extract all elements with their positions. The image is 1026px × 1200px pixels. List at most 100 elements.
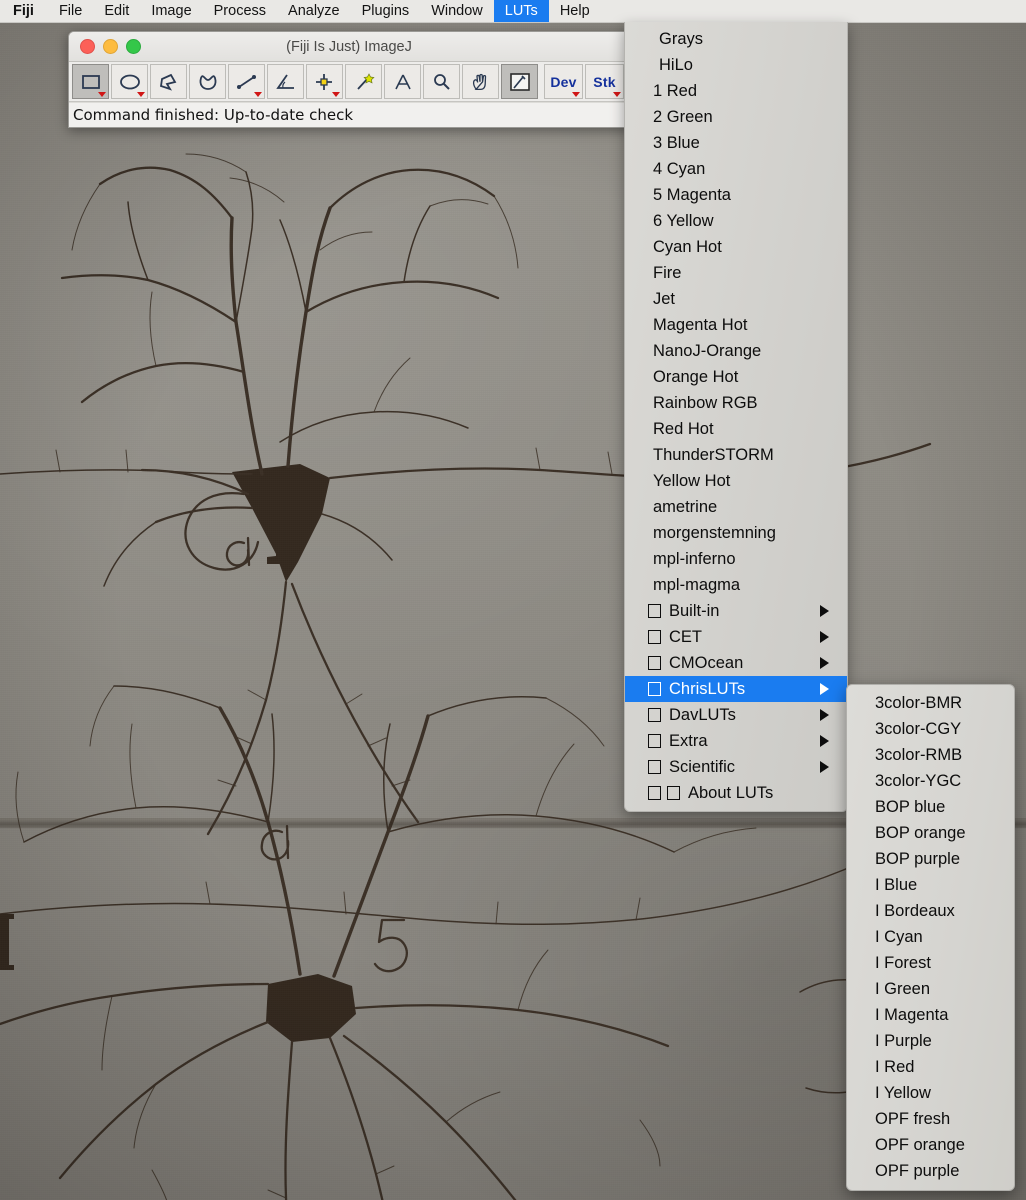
imagej-title-bar[interactable]: (Fiji Is Just) ImageJ bbox=[69, 32, 629, 62]
chrisluts-item-i-cyan[interactable]: I Cyan bbox=[847, 924, 1014, 950]
tool-dropdown-triangle-icon[interactable] bbox=[613, 92, 621, 97]
chrisluts-item-3color-ygc[interactable]: 3color-YGC bbox=[847, 768, 1014, 794]
menubar-item-help[interactable]: Help bbox=[549, 0, 601, 22]
luts-menu-item-5-magenta[interactable]: 5 Magenta bbox=[625, 182, 847, 208]
luts-menu-item-davluts[interactable]: DavLUTs bbox=[625, 702, 847, 728]
checkbox-icon[interactable] bbox=[648, 760, 661, 774]
menubar-item-edit[interactable]: Edit bbox=[93, 0, 140, 22]
tool-dropdown-triangle-icon[interactable] bbox=[98, 92, 106, 97]
polygon-tool[interactable] bbox=[150, 64, 187, 99]
luts-menu-item-cyan-hot[interactable]: Cyan Hot bbox=[625, 234, 847, 260]
tool-dropdown-triangle-icon[interactable] bbox=[254, 92, 262, 97]
luts-menu-item-cet[interactable]: CET bbox=[625, 624, 847, 650]
submenu-arrow-icon[interactable] bbox=[820, 657, 829, 669]
chrisluts-item-opf-fresh[interactable]: OPF fresh bbox=[847, 1106, 1014, 1132]
submenu-arrow-icon[interactable] bbox=[820, 735, 829, 747]
menubar-item-plugins[interactable]: Plugins bbox=[351, 0, 421, 22]
magnifier-tool[interactable] bbox=[423, 64, 460, 99]
wand-tool[interactable] bbox=[345, 64, 382, 99]
chrisluts-item-i-blue[interactable]: I Blue bbox=[847, 872, 1014, 898]
oval-tool[interactable] bbox=[111, 64, 148, 99]
chrisluts-item-i-green[interactable]: I Green bbox=[847, 976, 1014, 1002]
chrisluts-submenu[interactable]: 3color-BMR 3color-CGY 3color-RMB 3color-YGC… bbox=[846, 684, 1015, 1191]
dev-tool[interactable]: Dev bbox=[544, 64, 583, 99]
chrisluts-item-3color-bmr[interactable]: 3color-BMR bbox=[847, 690, 1014, 716]
submenu-arrow-icon[interactable] bbox=[820, 709, 829, 721]
chrisluts-item-i-bordeaux[interactable]: I Bordeaux bbox=[847, 898, 1014, 924]
luts-menu-item-extra[interactable]: Extra bbox=[625, 728, 847, 754]
submenu-arrow-icon[interactable] bbox=[820, 605, 829, 617]
menubar-item-window[interactable]: Window bbox=[420, 0, 494, 22]
luts-menu-item-4-cyan[interactable]: 4 Cyan bbox=[625, 156, 847, 182]
luts-menu-item-chrisluts[interactable]: ChrisLUTs bbox=[625, 676, 847, 702]
checkbox-icon[interactable] bbox=[648, 708, 661, 722]
luts-menu-item-hilo[interactable]: HiLo bbox=[625, 52, 847, 78]
hand-tool[interactable] bbox=[462, 64, 499, 99]
point-tool[interactable] bbox=[306, 64, 343, 99]
checkbox-icon[interactable] bbox=[667, 786, 680, 800]
luts-menu-item-magenta-hot[interactable]: Magenta Hot bbox=[625, 312, 847, 338]
checkbox-icon[interactable] bbox=[648, 734, 661, 748]
luts-menu-item-fire[interactable]: Fire bbox=[625, 260, 847, 286]
tool-dropdown-triangle-icon[interactable] bbox=[137, 92, 145, 97]
chrisluts-item-bop-purple[interactable]: BOP purple bbox=[847, 846, 1014, 872]
submenu-arrow-icon[interactable] bbox=[820, 683, 829, 695]
freehand-tool[interactable] bbox=[189, 64, 226, 99]
luts-menu-item-built-in[interactable]: Built-in bbox=[625, 598, 847, 624]
luts-menu-item-nanoj-orange[interactable]: NanoJ-Orange bbox=[625, 338, 847, 364]
luts-menu-item-mpl-magma[interactable]: mpl-magma bbox=[625, 572, 847, 598]
chrisluts-item-i-purple[interactable]: I Purple bbox=[847, 1028, 1014, 1054]
menubar-item-process[interactable]: Process bbox=[203, 0, 277, 22]
imagej-toolbar[interactable]: Dev Stk bbox=[69, 62, 629, 102]
luts-menu-item-2-green[interactable]: 2 Green bbox=[625, 104, 847, 130]
luts-menu-item-grays[interactable]: Grays bbox=[625, 26, 847, 52]
close-button[interactable] bbox=[80, 39, 95, 54]
rectangle-tool[interactable] bbox=[72, 64, 109, 99]
luts-menu-item-cmocean[interactable]: CMOcean bbox=[625, 650, 847, 676]
luts-menu-item-morgenstemning[interactable]: morgenstemning bbox=[625, 520, 847, 546]
chrisluts-item-i-red[interactable]: I Red bbox=[847, 1054, 1014, 1080]
text-tool[interactable] bbox=[384, 64, 421, 99]
luts-dropdown-menu[interactable]: Grays HiLo 1 Red 2 Green 3 Blue 4 Cyan 5 Magen… bbox=[624, 22, 848, 812]
luts-menu-item-mpl-inferno[interactable]: mpl-inferno bbox=[625, 546, 847, 572]
submenu-arrow-icon[interactable] bbox=[820, 631, 829, 643]
menubar-item-analyze[interactable]: Analyze bbox=[277, 0, 351, 22]
chrisluts-item-bop-orange[interactable]: BOP orange bbox=[847, 820, 1014, 846]
checkbox-icon[interactable] bbox=[648, 630, 661, 644]
tool-dropdown-triangle-icon[interactable] bbox=[332, 92, 340, 97]
luts-menu-item-1-red[interactable]: 1 Red bbox=[625, 78, 847, 104]
chrisluts-item-bop-blue[interactable]: BOP blue bbox=[847, 794, 1014, 820]
dropper-tool[interactable] bbox=[501, 64, 538, 99]
stk-tool[interactable]: Stk bbox=[585, 64, 624, 99]
chrisluts-item-i-magenta[interactable]: I Magenta bbox=[847, 1002, 1014, 1028]
chrisluts-item-opf-purple[interactable]: OPF purple bbox=[847, 1158, 1014, 1184]
line-tool[interactable] bbox=[228, 64, 265, 99]
luts-menu-item-6-yellow[interactable]: 6 Yellow bbox=[625, 208, 847, 234]
luts-menu-item-3-blue[interactable]: 3 Blue bbox=[625, 130, 847, 156]
imagej-main-window[interactable]: (Fiji Is Just) ImageJ Dev Stk Command fi… bbox=[68, 31, 630, 128]
chrisluts-item-i-forest[interactable]: I Forest bbox=[847, 950, 1014, 976]
luts-menu-item-rainbow-rgb[interactable]: Rainbow RGB bbox=[625, 390, 847, 416]
checkbox-icon[interactable] bbox=[648, 656, 661, 670]
menubar-item-luts[interactable]: LUTs bbox=[493, 0, 549, 22]
luts-menu-item-jet[interactable]: Jet bbox=[625, 286, 847, 312]
tool-dropdown-triangle-icon[interactable] bbox=[572, 92, 580, 97]
luts-menu-item-yellow-hot[interactable]: Yellow Hot bbox=[625, 468, 847, 494]
chrisluts-item-3color-cgy[interactable]: 3color-CGY bbox=[847, 716, 1014, 742]
checkbox-icon[interactable] bbox=[648, 682, 661, 696]
window-traffic-lights[interactable] bbox=[69, 39, 141, 54]
chrisluts-item-3color-rmb[interactable]: 3color-RMB bbox=[847, 742, 1014, 768]
menu-bar[interactable]: Fiji File Edit Image Process Analyze Plugins Wi… bbox=[0, 0, 1026, 23]
luts-menu-item-ametrine[interactable]: ametrine bbox=[625, 494, 847, 520]
luts-menu-item-orange-hot[interactable]: Orange Hot bbox=[625, 364, 847, 390]
zoom-button[interactable] bbox=[126, 39, 141, 54]
submenu-arrow-icon[interactable] bbox=[820, 761, 829, 773]
menubar-item-image[interactable]: Image bbox=[140, 0, 202, 22]
minimize-button[interactable] bbox=[103, 39, 118, 54]
luts-menu-item-scientific[interactable]: Scientific bbox=[625, 754, 847, 780]
luts-menu-item-red-hot[interactable]: Red Hot bbox=[625, 416, 847, 442]
menubar-item-file[interactable]: File bbox=[48, 0, 93, 22]
angle-tool[interactable] bbox=[267, 64, 304, 99]
chrisluts-item-i-yellow[interactable]: I Yellow bbox=[847, 1080, 1014, 1106]
luts-menu-item-thunderstorm[interactable]: ThunderSTORM bbox=[625, 442, 847, 468]
